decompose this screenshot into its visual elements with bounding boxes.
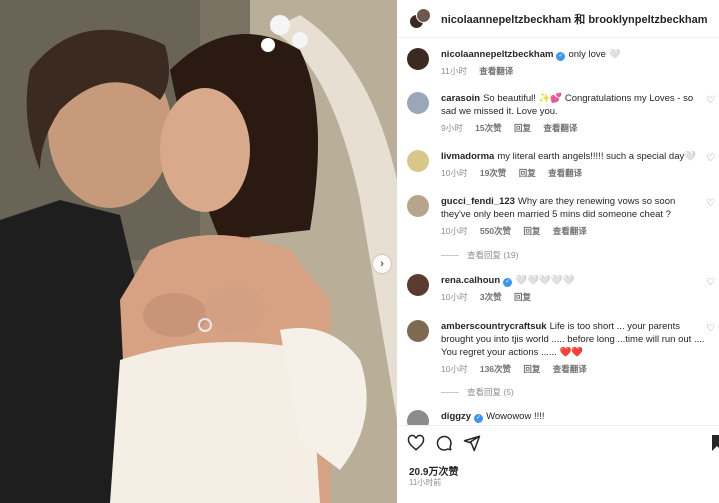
translate-link[interactable]: 查看翻译 [543, 123, 577, 133]
divider [441, 254, 459, 256]
avatar[interactable] [407, 150, 429, 172]
comment-time: 10小时 [441, 226, 468, 236]
comment-username[interactable]: diggzy [441, 411, 471, 422]
comment-username[interactable]: gucci_fendi_123 [441, 196, 515, 207]
view-replies-toggle[interactable]: 查看回复 (5) [441, 386, 514, 398]
comment-username[interactable]: carasoin [441, 93, 480, 104]
comment-item: rena.calhoun ✓ 🤍🤍🤍🤍🤍 10小时 3次赞 回复 ♡ [407, 274, 715, 304]
view-replies-toggle[interactable]: 查看回复 (19) [441, 249, 518, 261]
translate-link[interactable]: 查看翻译 [553, 226, 587, 236]
reply-button[interactable]: 回复 [514, 292, 531, 302]
avatar[interactable] [407, 48, 429, 70]
caption: nicolaannepeltzbeckham ✓ only love 🤍 11小时 … [407, 48, 707, 78]
wedding-photo-illustration [0, 0, 397, 503]
comment-username[interactable]: rena.calhoun [441, 275, 500, 286]
comment-icon[interactable] [435, 434, 453, 452]
like-comment-heart-icon[interactable]: ♡ [706, 199, 715, 209]
verified-icon: ✓ [556, 52, 566, 61]
share-icon[interactable] [463, 434, 481, 452]
comment-text: 🤍🤍🤍🤍🤍 [515, 275, 575, 286]
comment-time: 10小时 [441, 292, 468, 302]
comment-username[interactable]: livmadorma [441, 151, 494, 162]
verified-icon: ✓ [474, 414, 484, 423]
translate-link[interactable]: 查看翻译 [479, 66, 513, 76]
reply-button[interactable]: 回复 [519, 168, 536, 178]
view-replies-label[interactable]: 查看回复 (19) [467, 249, 518, 261]
comment-likes[interactable]: 550次赞 [480, 226, 511, 236]
caption-text: only love 🤍 [568, 49, 621, 60]
collab-avatars[interactable] [409, 7, 431, 30]
avatar[interactable] [407, 320, 429, 342]
avatar[interactable] [407, 195, 429, 217]
comment-item: amberscountrycraftsuk Life is too short .… [407, 320, 715, 376]
translate-link[interactable]: 查看翻译 [548, 168, 582, 178]
heart-icon[interactable] [407, 434, 425, 452]
reply-button[interactable]: 回复 [514, 123, 531, 133]
like-comment-heart-icon[interactable]: ♡ [706, 324, 715, 334]
comment-item: diggzy ✓ Wowowow !!!! [407, 410, 707, 425]
translate-link[interactable]: 查看翻译 [553, 364, 587, 374]
comment-text: my literal earth angels!!!!! such a spec… [497, 151, 697, 162]
caption-username[interactable]: nicolaannepeltzbeckham [441, 49, 553, 60]
like-comment-heart-icon[interactable]: ♡ [706, 154, 715, 164]
reply-button[interactable]: 回复 [523, 226, 540, 236]
like-comment-heart-icon[interactable]: ♡ [706, 278, 715, 288]
comment-likes[interactable]: 136次赞 [480, 364, 511, 374]
comment-list: nicolaannepeltzbeckham ✓ only love 🤍 11小时 … [397, 40, 719, 425]
post-side-panel: nicolaannepeltzbeckham 和 brooklynpeltzbe… [397, 0, 719, 503]
comment-username[interactable]: amberscountrycraftsuk [441, 321, 547, 332]
avatar[interactable] [407, 410, 429, 425]
comment-time: 10小时 [441, 168, 468, 178]
post-photo[interactable]: › [0, 0, 397, 503]
avatar[interactable] [407, 92, 429, 114]
avatar[interactable] [407, 274, 429, 296]
comment-item: gucci_fendi_123 Why are they renewing vow… [407, 195, 715, 238]
post-header: nicolaannepeltzbeckham 和 brooklynpeltzbe… [397, 0, 719, 38]
comment-likes[interactable]: 19次赞 [480, 168, 506, 178]
next-photo-button[interactable]: › [373, 255, 391, 273]
avatar [416, 7, 431, 23]
caption-time: 11小时 [441, 66, 467, 76]
bookmark-icon[interactable] [711, 434, 719, 452]
like-comment-heart-icon[interactable]: ♡ [706, 96, 715, 106]
verified-icon: ✓ [503, 278, 513, 287]
comment-text: Wowowow !!!! [486, 411, 545, 422]
comment-likes[interactable]: 3次赞 [480, 292, 502, 302]
like-count[interactable]: 20.9万次赞 [409, 463, 458, 478]
comment-item: carasoin So beautiful! ✨💕 Congratulations… [407, 92, 715, 135]
view-replies-label[interactable]: 查看回复 (5) [467, 386, 514, 398]
reply-button[interactable]: 回复 [523, 364, 540, 374]
comment-likes[interactable]: 15次赞 [475, 123, 501, 133]
divider [441, 391, 459, 393]
post-time: 11小时前 [409, 478, 442, 487]
post-authors[interactable]: nicolaannepeltzbeckham 和 brooklynpeltzbe… [441, 11, 708, 27]
comment-item: livmadorma my literal earth angels!!!!! s… [407, 150, 715, 180]
comment-time: 10小时 [441, 364, 468, 374]
comment-time: 9小时 [441, 123, 463, 133]
post-actions: 20.9万次赞 11小时前 [397, 425, 719, 503]
